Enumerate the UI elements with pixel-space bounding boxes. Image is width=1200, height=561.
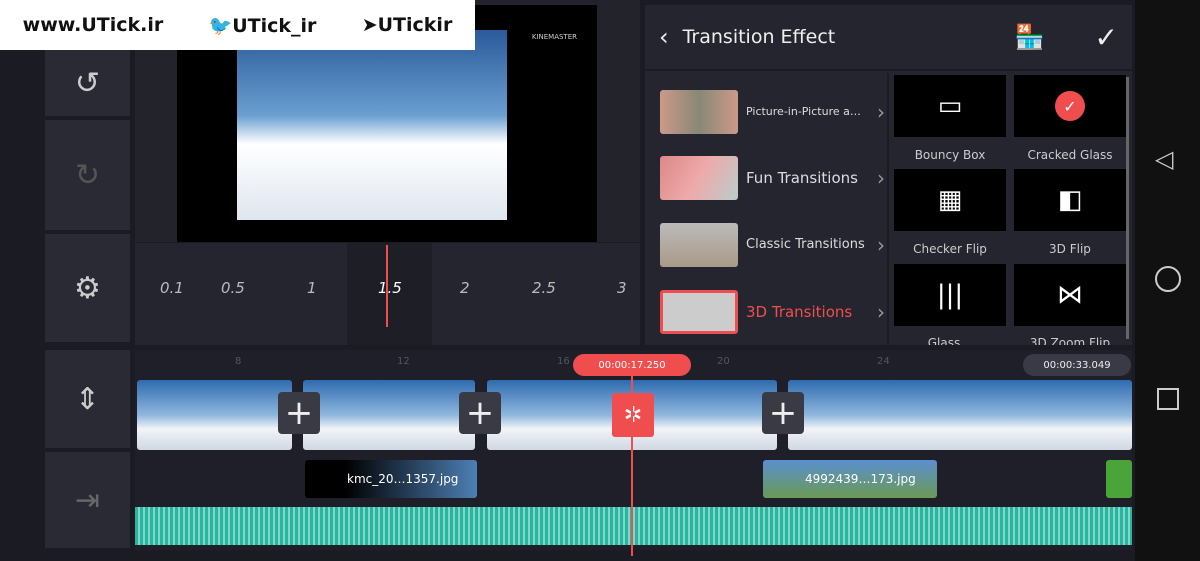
category-fun[interactable]: Fun Transitions › [660,155,885,200]
twitter-icon: 🐦 [208,14,233,37]
image-layer[interactable]: kmc_20…1357.jpg [305,460,477,498]
sticker-layer[interactable] [1106,460,1132,498]
telegram-handle: ➤UTickir [362,14,453,36]
effect-bouncy-box[interactable]: ▭ [894,75,1006,137]
effect-3d-flip[interactable]: ◧ [1014,169,1126,231]
time-tick: 12 [397,356,410,367]
telegram-icon: ➤ [361,14,378,36]
undo-icon: ↺ [74,65,101,101]
settings-button[interactable]: ⚙ [45,234,130,344]
ruler-tick: 0.1 [160,279,184,297]
site-text: www.UTick.ir [22,14,164,36]
timeline[interactable]: 8 12 16 20 24 00:00:33.049 + + + ✲ kmc_2… [135,350,1132,556]
duration-ruler[interactable]: 0.1 0.5 1 1.5 2 2.5 3 [135,243,640,345]
ruler-tick: 2 [460,279,470,297]
bowtie-icon: ⋈ [1057,280,1083,310]
flip-icon: ◧ [1057,185,1083,215]
current-time: 00:00:17.250 [573,354,691,376]
back-icon[interactable]: ‹ [659,23,669,51]
category-3d-selected[interactable]: 3D Transitions › [660,289,885,334]
category-pip[interactable]: Picture-in-Picture a… › [660,89,885,134]
cracked-glass-transition-marker[interactable]: ✲ [612,393,654,437]
bars-icon: ||| [936,280,964,310]
chevron-right-icon: › [877,299,885,324]
playhead[interactable] [631,360,633,556]
back-triangle-icon[interactable]: ◁ [1155,145,1173,173]
image-layer[interactable]: 4992439…173.jpg [763,460,937,498]
watermark: www.UTick.ir 🐦UTick_ir ➤UTickir [0,0,475,50]
video-clip[interactable] [788,380,1132,450]
chevron-right-icon: › [877,232,885,257]
scrollbar[interactable] [1126,77,1129,339]
transition-panel: ‹ Transition Effect 🏪 ✓ Picture-in-Pictu… [645,5,1132,345]
chevron-right-icon: › [877,165,885,190]
time-tick: 16 [557,356,570,367]
export-button[interactable]: ⇥ [45,452,130,550]
effect-label: Cracked Glass [1027,148,1113,162]
ruler-tick: 3 [617,279,627,297]
add-transition-button[interactable]: + [278,392,320,434]
video-clip[interactable] [303,380,475,450]
audio-waveform[interactable] [135,507,1132,545]
enter-icon: ⇥ [74,482,101,518]
chevron-right-icon: › [877,99,885,124]
effect-label: 3D Zoom Flip [1029,336,1111,345]
time-tick: 20 [717,356,730,367]
selected-check-icon: ✓ [1055,91,1085,121]
ruler-tick: 2.5 [532,279,556,297]
effect-label: 3D Flip [1049,242,1091,256]
time-tick: 8 [235,356,242,367]
telegram-handle-text: UTickir [377,14,453,36]
store-icon[interactable]: 🏪 [1015,23,1045,51]
box-icon: ▭ [937,91,963,121]
expand-vertical-icon: ⇕ [74,381,101,417]
effect-label: Glass… [927,336,973,345]
total-time: 00:00:33.049 [1023,354,1131,376]
effect-cracked-glass-selected[interactable]: ✓ [1014,75,1126,137]
effect-label: Bouncy Box [914,148,986,162]
home-circle-icon[interactable] [1155,266,1181,292]
kinemaster-logo: KINEMASTER [531,33,577,41]
redo-icon: ↻ [74,157,101,193]
add-transition-button[interactable]: + [459,392,501,434]
grid-icon: ▦ [937,185,963,215]
ruler-tick-selected: 1.5 [378,279,402,297]
redo-button[interactable]: ↻ [45,120,130,232]
ruler-tick: 0.5 [221,279,245,297]
recents-square-icon[interactable] [1157,388,1179,410]
android-nav-bar: ◁ [1135,0,1200,561]
effect-3d-zoom-flip[interactable]: ⋈ [1014,264,1126,326]
add-transition-button[interactable]: + [762,392,804,434]
twitter-handle: 🐦UTick_ir [209,14,317,37]
confirm-check-icon[interactable]: ✓ [1095,21,1118,54]
effect-glass[interactable]: ||| [894,264,1006,326]
panel-header: ‹ Transition Effect 🏪 ✓ [645,5,1132,71]
effect-checker-flip[interactable]: ▦ [894,169,1006,231]
effect-label: Checker Flip [913,242,987,256]
track-height-button[interactable]: ⇕ [45,350,130,450]
twitter-handle-text: UTick_ir [232,14,317,37]
time-tick: 24 [877,356,890,367]
category-classic[interactable]: Classic Transitions › [660,222,885,267]
undo-button[interactable]: ↺ [45,50,130,118]
gear-icon: ⚙ [74,270,101,306]
ruler-tick: 1 [307,279,317,297]
video-clip[interactable] [137,380,292,450]
panel-title: Transition Effect [682,26,836,48]
